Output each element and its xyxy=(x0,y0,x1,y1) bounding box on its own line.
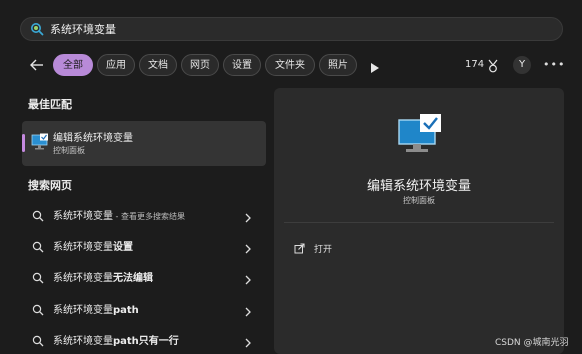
detail-panel: 编辑系统环境变量 控制面板 打开 xyxy=(274,88,564,354)
web-result-text: 系统环境变量 - 查看更多搜索结果 xyxy=(53,211,185,222)
back-arrow-icon[interactable] xyxy=(28,56,46,74)
best-match-item[interactable]: 编辑系统环境变量 控制面板 xyxy=(22,121,266,166)
play-more-icon[interactable] xyxy=(370,59,380,78)
detail-title: 编辑系统环境变量 xyxy=(366,179,471,194)
search-input[interactable] xyxy=(50,22,250,36)
best-match-heading: 最佳匹配 xyxy=(28,98,72,111)
tab-web[interactable]: 网页 xyxy=(181,54,219,76)
web-result-item[interactable]: 系统环境变量无法编辑 xyxy=(22,263,266,289)
search-icon xyxy=(32,269,44,288)
tab-folders[interactable]: 文件夹 xyxy=(265,54,315,76)
best-match-title: 编辑系统环境变量 xyxy=(53,133,133,144)
tab-documents[interactable]: 文档 xyxy=(139,54,177,76)
detail-subtitle: 控制面板 xyxy=(403,196,435,205)
web-result-text: 系统环境变量path只有一行 xyxy=(53,336,179,347)
web-search-heading: 搜索网页 xyxy=(28,179,72,192)
chevron-right-icon xyxy=(244,333,252,352)
avatar[interactable]: Y xyxy=(513,56,531,74)
web-result-text: 系统环境变量无法编辑 xyxy=(53,273,153,284)
best-match-subtitle: 控制面板 xyxy=(53,146,85,155)
web-result-item[interactable]: 系统环境变量 - 查看更多搜索结果 xyxy=(22,201,266,227)
control-panel-monitor-icon xyxy=(398,114,442,158)
web-result-text: 系统环境变量设置 xyxy=(53,242,133,253)
search-icon xyxy=(32,301,44,320)
chevron-right-icon xyxy=(244,239,252,258)
more-options-icon[interactable]: ••• xyxy=(543,58,565,71)
tab-photos[interactable]: 照片 xyxy=(319,54,357,76)
watermark-text: CSDN @城南光羽 xyxy=(495,338,569,348)
search-bar[interactable] xyxy=(20,17,563,41)
web-result-item[interactable]: 系统环境变量path只有一行 xyxy=(22,326,266,352)
divider xyxy=(284,222,554,223)
open-action[interactable]: 打开 xyxy=(294,242,332,255)
search-icon xyxy=(32,238,44,257)
search-icon xyxy=(30,22,44,36)
tab-all[interactable]: 全部 xyxy=(53,54,93,76)
web-result-item[interactable]: 系统环境变量path xyxy=(22,295,266,321)
search-icon xyxy=(32,332,44,351)
filter-row: 全部 应用 文档 网页 设置 文件夹 照片 174 Y ••• xyxy=(0,52,582,78)
tab-apps[interactable]: 应用 xyxy=(97,54,135,76)
web-result-text: 系统环境变量path xyxy=(53,305,139,316)
selection-accent xyxy=(22,134,25,152)
tab-settings[interactable]: 设置 xyxy=(223,54,261,76)
chevron-right-icon xyxy=(244,208,252,227)
open-label: 打开 xyxy=(314,245,333,255)
rewards-medal-icon[interactable] xyxy=(487,58,499,77)
chevron-right-icon xyxy=(244,270,252,289)
open-external-icon xyxy=(294,243,305,254)
web-result-item[interactable]: 系统环境变量设置 xyxy=(22,232,266,258)
control-panel-monitor-icon xyxy=(31,133,49,155)
chevron-right-icon xyxy=(244,302,252,321)
rewards-count: 174 xyxy=(465,59,485,70)
search-icon xyxy=(32,207,44,226)
